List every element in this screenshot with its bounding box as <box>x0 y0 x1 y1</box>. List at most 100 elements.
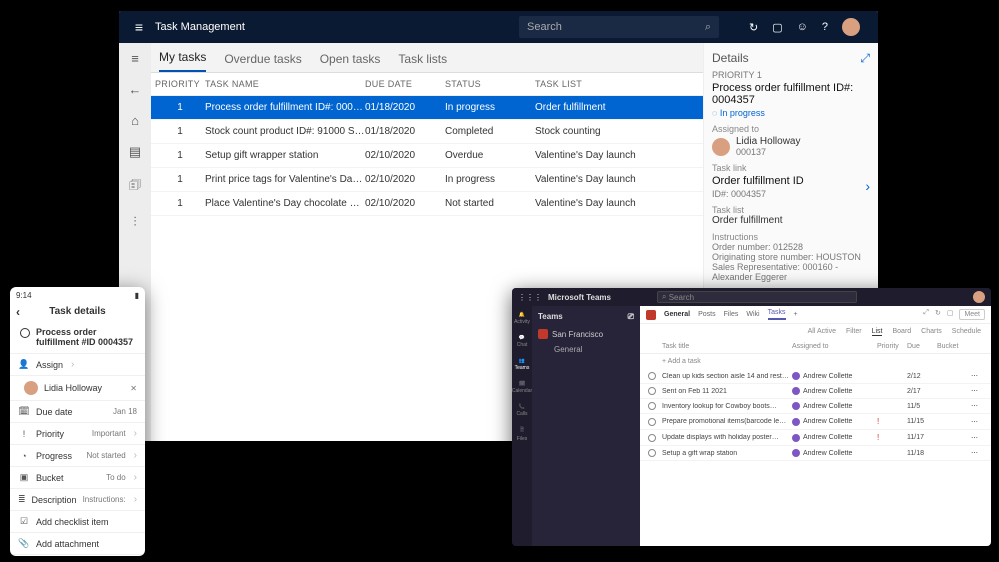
cell-due: 11/5 <box>907 403 937 410</box>
expand-icon[interactable]: ⤢ <box>860 51 870 66</box>
task-row[interactable]: Clean up kids section aisle 14 and rest…… <box>640 369 991 384</box>
table-row[interactable]: 1 Stock count product ID#: 91000 Silver … <box>151 120 703 144</box>
tab-posts[interactable]: Posts <box>698 311 716 318</box>
meet-button[interactable]: Meet <box>959 309 985 320</box>
avatar-icon <box>792 418 800 426</box>
table-row[interactable]: 1 Setup gift wrapper station 02/10/2020 … <box>151 144 703 168</box>
rail-calendar[interactable]: 🗓Calendar <box>512 381 532 394</box>
cell-title: Prepare promotional items(barcode le… <box>662 418 792 425</box>
assignee-row[interactable]: Lidia Holloway ✕ <box>10 375 145 400</box>
tasks-icon[interactable]: ▤ <box>129 144 141 160</box>
filter-icon[interactable]: ⎚ <box>628 312 634 322</box>
description-row[interactable]: ≣ Description Instructions:› <box>10 488 145 510</box>
menu-icon[interactable]: ≡ <box>131 51 139 66</box>
tab-my-tasks[interactable]: My tasks <box>159 50 206 72</box>
grid-icon[interactable]: ⋮⋮⋮ <box>518 293 542 302</box>
add-task-row[interactable]: + Add a task <box>640 354 991 369</box>
instr-line-1: Order number: 012528 <box>712 242 870 252</box>
add-tab-icon[interactable]: + <box>794 311 798 318</box>
cell-list: Valentine's Day launch <box>535 174 655 185</box>
task-row[interactable]: Sent on Feb 11 2021 Andrew Collette 2/17… <box>640 384 991 399</box>
complete-toggle[interactable] <box>648 434 656 442</box>
checklist-row[interactable]: ☑ Add checklist item <box>10 510 145 532</box>
present-icon[interactable]: ▢ <box>772 21 782 34</box>
view-list[interactable]: List <box>872 328 883 336</box>
avatar-icon <box>792 387 800 395</box>
priority-row[interactable]: ! Priority Important› <box>10 422 145 444</box>
rail-files[interactable]: 🗎Files <box>517 427 528 442</box>
due-row[interactable]: 🗓 Due date Jan 18 <box>10 400 145 422</box>
bucket-row[interactable]: ▣ Bucket To do› <box>10 466 145 488</box>
tab-open[interactable]: Open tasks <box>320 52 381 72</box>
teams-tab-bar: General Posts Files Wiki Tasks + ⤢ ↻ ▢ M… <box>640 306 991 324</box>
complete-toggle[interactable] <box>648 449 656 457</box>
complete-toggle[interactable] <box>648 402 656 410</box>
complete-toggle[interactable] <box>648 372 656 380</box>
row-menu-icon[interactable]: ⋯ <box>971 372 983 380</box>
back-icon[interactable]: ← <box>129 82 142 97</box>
task-list-value: Order fulfillment <box>712 215 870 226</box>
user-avatar[interactable] <box>842 18 860 36</box>
rail-activity[interactable]: 🔔Activity <box>514 312 530 325</box>
progress-row[interactable]: ◔ Progress Not started› <box>10 444 145 466</box>
complete-toggle[interactable] <box>648 387 656 395</box>
team-item[interactable]: San Francisco <box>536 326 636 342</box>
row-menu-icon[interactable]: ⋯ <box>971 449 983 457</box>
chevron-right-icon[interactable]: › <box>865 178 870 194</box>
task-row[interactable]: Setup a gift wrap station Andrew Collett… <box>640 446 991 461</box>
attachment-row[interactable]: 📎 Add attachment <box>10 532 145 554</box>
row-menu-icon[interactable]: ⋯ <box>971 402 983 410</box>
cell-priority: ! <box>877 417 907 426</box>
cell-list: Order fulfillment <box>535 102 655 113</box>
tab-files[interactable]: Files <box>724 311 739 318</box>
clipboard-icon[interactable]: 🗊 <box>129 176 141 198</box>
view-charts[interactable]: Charts <box>921 328 942 336</box>
channel-item[interactable]: General <box>536 342 636 357</box>
tab-task-lists[interactable]: Task lists <box>398 52 447 72</box>
cell-priority: 1 <box>155 102 205 113</box>
table-row[interactable]: 1 Process order fulfillment ID#: 0004357… <box>151 96 703 120</box>
row-menu-icon[interactable]: ⋯ <box>971 387 983 395</box>
tab-wiki[interactable]: Wiki <box>746 311 759 318</box>
col-due-date: DUE DATE <box>365 79 445 89</box>
teams-app-rail: 🔔Activity 💬Chat 👥Teams 🗓Calendar 📞Calls … <box>512 306 532 546</box>
rail-chat[interactable]: 💬Chat <box>517 335 528 348</box>
teams-main: General Posts Files Wiki Tasks + ⤢ ↻ ▢ M… <box>640 306 991 546</box>
filter-all-active[interactable]: All Active <box>808 328 836 336</box>
complete-toggle[interactable] <box>648 418 656 426</box>
popout-icon[interactable]: ▢ <box>947 309 954 320</box>
remove-icon[interactable]: ✕ <box>130 384 137 393</box>
teams-titlebar: ⋮⋮⋮ Microsoft Teams ⌕ Search <box>512 288 991 306</box>
help-icon[interactable]: ? <box>822 21 828 33</box>
filter-filter[interactable]: Filter <box>846 328 862 336</box>
tab-overdue[interactable]: Overdue tasks <box>224 52 301 72</box>
row-menu-icon[interactable]: ⋯ <box>971 418 983 426</box>
refresh-icon[interactable]: ↻ <box>749 21 758 34</box>
search-input[interactable]: Search ⌕ <box>519 16 719 38</box>
task-complete-toggle[interactable] <box>20 328 30 338</box>
table-row[interactable]: 1 Place Valentine's Day chocolate order … <box>151 192 703 216</box>
task-row[interactable]: Update displays with holiday poster… And… <box>640 430 991 446</box>
col-title: Task title <box>662 343 792 350</box>
settings-icon[interactable]: ☺ <box>797 21 808 33</box>
back-icon[interactable]: ‹ <box>16 305 20 319</box>
tab-tasks[interactable]: Tasks <box>768 309 786 320</box>
view-board[interactable]: Board <box>892 328 911 336</box>
hamburger-icon[interactable]: ≡ <box>127 19 151 35</box>
task-row[interactable]: Prepare promotional items(barcode le… An… <box>640 414 991 430</box>
col-priority: Priority <box>877 343 907 350</box>
task-row[interactable]: Inventory lookup for Cowboy boots… Andre… <box>640 399 991 414</box>
teams-search[interactable]: ⌕ Search <box>657 291 857 303</box>
view-schedule[interactable]: Schedule <box>952 328 981 336</box>
expand-icon[interactable]: ⤢ <box>923 309 929 320</box>
reload-icon[interactable]: ↻ <box>935 309 941 320</box>
rail-calls[interactable]: 📞Calls <box>516 404 527 417</box>
table-row[interactable]: 1 Print price tags for Valentine's Day p… <box>151 168 703 192</box>
home-icon[interactable]: ⌂ <box>131 113 139 128</box>
rail-teams[interactable]: 👥Teams <box>515 358 530 371</box>
more-icon[interactable]: ⫶ <box>133 214 136 230</box>
comments-row[interactable]: 💬 Comments 1› <box>10 554 145 556</box>
assign-row[interactable]: 👤 Assign › <box>10 353 145 375</box>
row-menu-icon[interactable]: ⋯ <box>971 434 983 442</box>
user-avatar[interactable] <box>973 291 985 303</box>
